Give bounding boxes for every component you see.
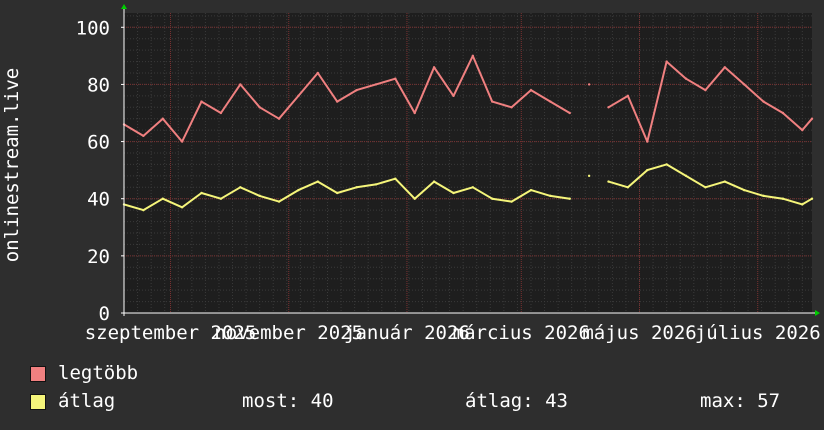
data-point	[801, 128, 804, 132]
legend-label-avg: átlag	[58, 390, 116, 412]
data-point	[258, 194, 261, 198]
y-axis-arrow	[121, 4, 127, 9]
data-point	[335, 191, 339, 195]
data-point	[239, 83, 242, 86]
data-point	[762, 100, 765, 103]
plot-area	[124, 13, 812, 313]
data-point	[510, 106, 513, 109]
data-point	[413, 197, 416, 200]
data-point	[626, 186, 630, 189]
data-point	[781, 197, 785, 200]
data-point	[394, 77, 397, 80]
data-point	[587, 174, 591, 178]
data-point	[142, 134, 145, 138]
data-point	[258, 106, 261, 109]
data-point	[491, 100, 494, 103]
data-point	[587, 83, 591, 86]
data-point	[684, 77, 688, 80]
data-point	[742, 188, 746, 192]
data-point	[568, 197, 571, 200]
data-point	[471, 186, 475, 189]
data-point	[762, 194, 765, 198]
data-point	[723, 66, 726, 69]
data-point	[568, 111, 571, 115]
data-point	[413, 111, 416, 115]
y-tick-label: 80	[87, 74, 110, 96]
data-point	[665, 60, 668, 63]
data-point	[355, 186, 358, 189]
data-point	[297, 94, 300, 98]
y-tick-label: 40	[87, 189, 110, 211]
data-point	[316, 71, 320, 75]
stat-max: max: 57	[700, 390, 781, 412]
data-point	[355, 88, 358, 92]
legend-item-avg: átlag most: 40 átlag: 43 max: 57	[30, 390, 820, 414]
data-point	[607, 106, 610, 109]
data-point	[607, 180, 610, 183]
legend-swatch-avg	[30, 394, 46, 410]
x-axis-arrow	[815, 310, 820, 316]
data-point	[529, 88, 533, 92]
data-point	[646, 140, 649, 143]
data-point	[452, 191, 455, 195]
data-point	[742, 83, 746, 86]
legend-swatch-max	[30, 366, 46, 382]
data-point	[704, 88, 707, 92]
data-point	[335, 100, 339, 103]
data-point	[432, 66, 436, 69]
data-point	[665, 163, 668, 166]
x-tick-label: július 2026	[695, 322, 821, 344]
data-point	[432, 180, 436, 183]
data-point	[810, 117, 814, 120]
data-point	[316, 180, 320, 183]
data-point	[704, 186, 707, 189]
stat-average: átlag: 43	[465, 390, 568, 412]
data-point	[529, 188, 533, 192]
data-point	[219, 197, 223, 200]
y-tick-label: 60	[87, 132, 110, 154]
legend-label-max: legtöbb	[58, 362, 139, 384]
data-point	[200, 191, 203, 195]
data-point	[723, 180, 726, 183]
data-point	[239, 186, 242, 189]
data-point	[161, 197, 164, 200]
data-point	[297, 188, 300, 192]
data-point	[277, 117, 281, 120]
data-point	[161, 117, 164, 120]
data-point	[277, 200, 281, 203]
y-tick-label: 100	[76, 17, 110, 39]
stat-now: most: 40	[242, 390, 334, 412]
data-point	[510, 200, 513, 203]
data-point	[781, 111, 785, 115]
x-tick-label: március 2026	[453, 322, 590, 344]
data-point	[801, 203, 804, 206]
data-point	[142, 208, 145, 212]
data-point	[626, 94, 630, 98]
y-axis-title: onlinestream.live	[1, 67, 23, 263]
legend: legtöbb átlag most: 40 átlag: 43 max: 57	[30, 362, 820, 422]
data-point	[219, 111, 223, 115]
x-tick-label: november 2025	[214, 322, 363, 344]
data-point	[549, 194, 552, 198]
data-point	[471, 54, 475, 58]
data-point	[374, 83, 378, 86]
data-point	[452, 94, 455, 98]
data-point	[180, 140, 184, 143]
data-point	[810, 197, 814, 200]
data-point	[549, 100, 552, 103]
data-point	[374, 183, 378, 186]
data-point	[394, 177, 397, 180]
data-point	[491, 197, 494, 200]
data-point	[180, 206, 184, 209]
y-tick-label: 20	[87, 246, 110, 268]
data-point	[200, 100, 203, 103]
y-axis-title-wrap: onlinestream.live	[0, 0, 24, 310]
data-point	[684, 174, 688, 178]
chart-root: 0 20 40 60 80 100 szeptember 2025 november 2025…	[0, 0, 824, 430]
x-tick-label: január 2026	[344, 322, 470, 344]
x-tick-label: május 2026	[582, 322, 696, 344]
data-point	[646, 168, 649, 172]
